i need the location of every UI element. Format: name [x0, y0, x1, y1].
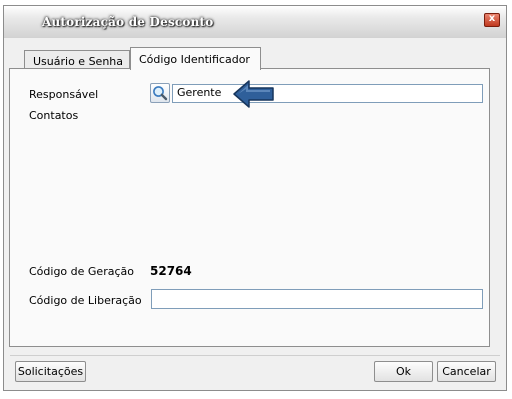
tab-label: Usuário e Senha [33, 55, 123, 68]
search-button[interactable] [150, 83, 170, 103]
search-icon [153, 86, 168, 101]
title-bar[interactable]: Autorização de Desconto x [4, 6, 506, 38]
cancel-button[interactable]: Cancelar [437, 361, 496, 382]
codigo-geracao-label: Código de Geração [29, 265, 134, 278]
responsavel-label: Responsável [29, 88, 99, 101]
contatos-label: Contatos [29, 109, 79, 122]
close-icon: x [488, 13, 496, 24]
codigo-liberacao-label: Código de Liberação [29, 294, 142, 307]
responsavel-value: Gerente [177, 86, 222, 99]
tab-codigo-identificador[interactable]: Código Identificador [130, 47, 261, 70]
close-button[interactable]: x [484, 13, 500, 27]
solicitacoes-button[interactable]: Solicitações [15, 361, 86, 382]
codigo-liberacao-input[interactable] [151, 289, 483, 309]
responsavel-input[interactable]: Gerente [172, 84, 483, 103]
footer-separator [10, 355, 500, 356]
arrow-left-icon [233, 80, 274, 108]
codigo-geracao-value: 52764 [150, 264, 192, 278]
window-title: Autorização de Desconto [42, 15, 214, 29]
tab-label: Código Identificador [139, 53, 250, 66]
ok-button[interactable]: Ok [374, 361, 433, 382]
tab-usuario-senha[interactable]: Usuário e Senha [24, 50, 130, 69]
